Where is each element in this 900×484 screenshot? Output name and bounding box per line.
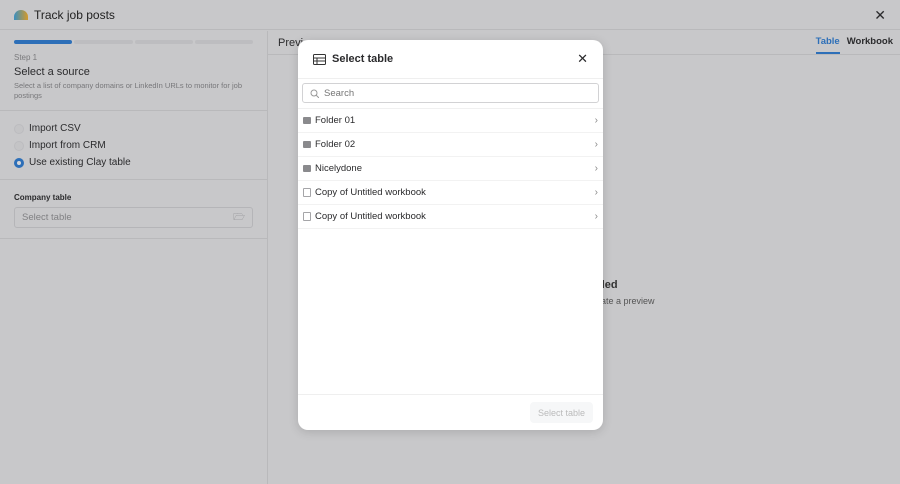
search-input[interactable] — [324, 87, 574, 99]
step-label: Step 1 — [14, 53, 38, 62]
table-list: Folder 01 › Folder 02 › Nicelydone › Copy o… — [298, 108, 603, 229]
item-label: Folder 01 — [315, 115, 356, 126]
item-label: Folder 02 — [315, 139, 356, 150]
list-item-folder[interactable]: Folder 01 › — [298, 109, 603, 133]
radio-selected-icon — [14, 157, 24, 168]
modal-close-icon[interactable]: ✕ — [577, 51, 588, 67]
step-progress — [14, 40, 253, 44]
folder-icon — [303, 141, 311, 148]
list-item-workbook[interactable]: Copy of Untitled workbook › — [298, 181, 603, 205]
chevron-right-icon: › — [594, 163, 598, 174]
workbook-icon — [303, 188, 311, 197]
tab-table[interactable]: Table — [815, 36, 840, 54]
list-item-folder[interactable]: Nicelydone › — [298, 157, 603, 181]
option-label: Import from CRM — [29, 140, 106, 151]
chevron-right-icon: › — [594, 187, 598, 198]
option-import-crm[interactable]: Import from CRM — [14, 137, 253, 154]
workbook-icon — [303, 212, 311, 221]
progress-segment — [194, 40, 253, 44]
item-label: Nicelydone — [315, 163, 362, 174]
select-table-modal: Select table ✕ Folder 01 › Folder 02 › Nic… — [298, 40, 603, 430]
chevron-right-icon: › — [594, 115, 598, 126]
list-item-folder[interactable]: Folder 02 › — [298, 133, 603, 157]
folder-icon — [303, 117, 311, 124]
empty-state-subtitle: rate a preview — [598, 296, 655, 306]
tab-workbook[interactable]: Workbook — [847, 36, 893, 54]
table-icon — [313, 53, 326, 65]
step-heading: Select a source — [14, 66, 90, 78]
app-logo-icon — [14, 9, 28, 20]
list-item-workbook[interactable]: Copy of Untitled workbook › — [298, 205, 603, 229]
item-label: Copy of Untitled workbook — [315, 187, 426, 198]
progress-segment — [74, 40, 133, 44]
modal-title: Select table — [332, 53, 394, 65]
option-import-csv[interactable]: Import CSV — [14, 120, 253, 137]
item-label: Copy of Untitled workbook — [315, 211, 426, 222]
company-table-select[interactable]: Select table 🗁 — [14, 207, 253, 228]
progress-segment — [14, 40, 73, 44]
company-table-label: Company table — [14, 193, 72, 202]
folder-open-icon: 🗁 — [233, 211, 245, 223]
search-field[interactable] — [302, 83, 599, 103]
sidebar: Step 1 Select a source Select a list of … — [0, 31, 268, 484]
chevron-right-icon: › — [594, 211, 598, 222]
close-icon[interactable]: ✕ — [874, 7, 886, 24]
folder-icon — [303, 165, 311, 172]
select-placeholder: Select table — [22, 212, 72, 223]
search-icon — [310, 89, 319, 98]
step-description: Select a list of company domains or Link… — [14, 81, 243, 100]
option-label: Use existing Clay table — [29, 157, 131, 168]
radio-icon — [14, 123, 24, 134]
top-bar: Track job posts ✕ — [0, 0, 900, 30]
source-options: Import CSV Import from CRM Use existing … — [0, 111, 267, 177]
radio-icon — [14, 140, 24, 151]
option-clay-table[interactable]: Use existing Clay table — [14, 154, 253, 171]
page-title: Track job posts — [34, 7, 115, 22]
chevron-right-icon: › — [594, 139, 598, 150]
progress-segment — [134, 40, 193, 44]
select-table-button[interactable]: Select table — [529, 402, 593, 423]
option-label: Import CSV — [29, 123, 81, 134]
modal-footer: Select table — [298, 394, 603, 430]
